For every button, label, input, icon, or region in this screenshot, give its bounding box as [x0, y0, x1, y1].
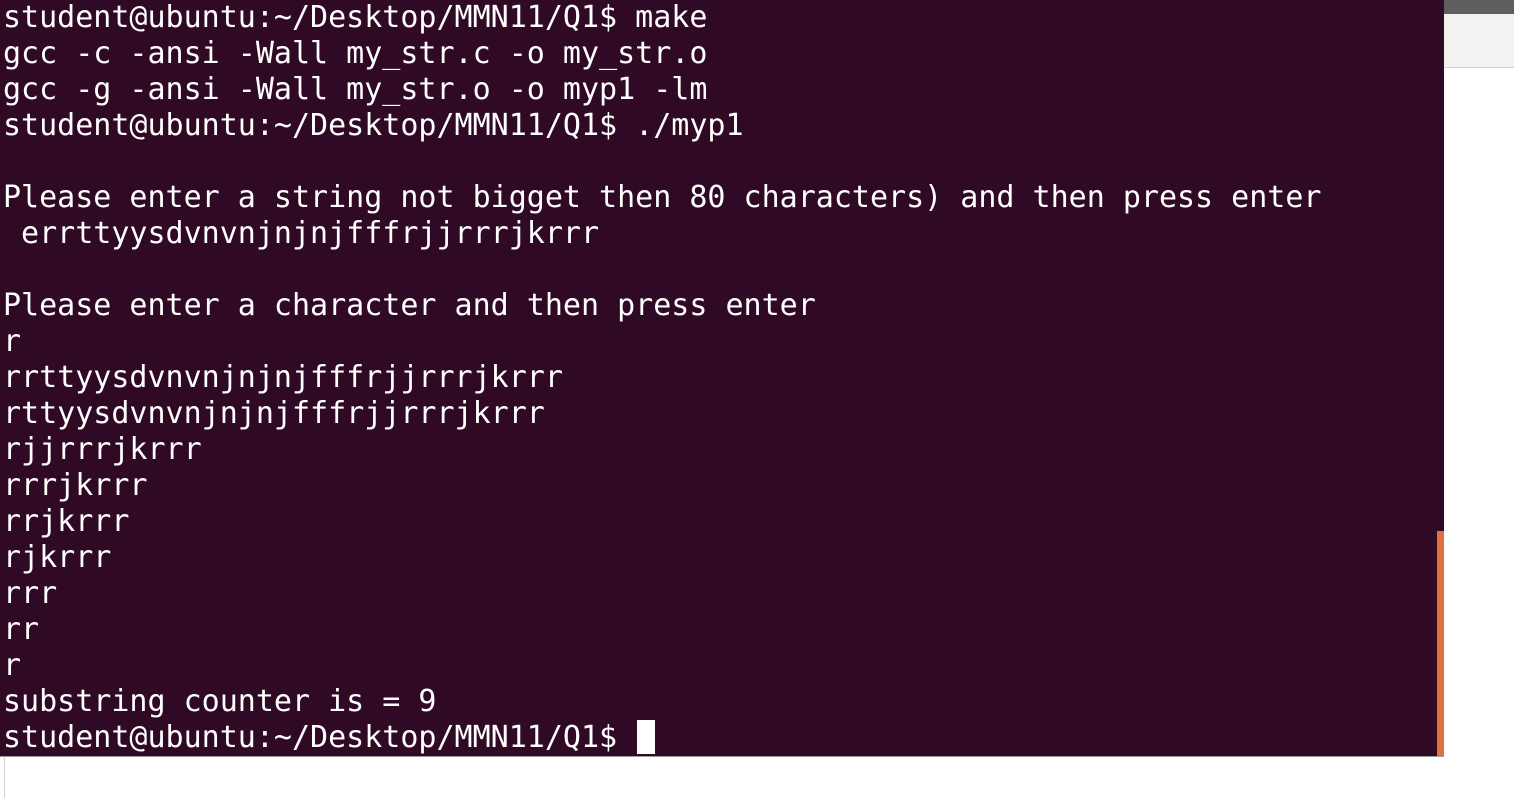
terminal-line: substring counter is = 9: [3, 684, 437, 719]
terminal-line: student@ubuntu:~/Desktop/MMN11/Q1$ ./myp…: [3, 108, 744, 143]
terminal-line: errttyysdvnvnjnjnjfffrjjrrrjkrrr: [3, 216, 600, 251]
terminal-line: rrrjkrrr: [3, 468, 148, 503]
terminal-prompt: student@ubuntu:~/Desktop/MMN11/Q1$: [3, 720, 636, 755]
terminal-line: rttyysdvnvnjnjnjfffrjjrrrjkrrr: [3, 396, 545, 431]
terminal-line: Please enter a character and then press …: [3, 288, 816, 323]
terminal-line: gcc -c -ansi -Wall my_str.c -o my_str.o: [3, 36, 708, 71]
terminal-cursor: [637, 719, 656, 754]
terminal-window[interactable]: student@ubuntu:~/Desktop/MMN11/Q1$ make …: [0, 0, 1444, 757]
terminal-line: rrr: [3, 576, 58, 611]
terminal-line: Please enter a string not bigget then 80…: [3, 180, 1322, 215]
terminal-scrollbar[interactable]: [1437, 531, 1444, 756]
terminal-line: rrttyysdvnvnjnjnjfffrjjrrrjkrrr: [3, 360, 563, 395]
background-window: [1444, 0, 1514, 757]
terminal-line: r: [3, 648, 22, 683]
background-window-toolbar: [1444, 14, 1514, 68]
terminal-line: rjkrrr: [3, 540, 112, 575]
terminal-prompt-line[interactable]: student@ubuntu:~/Desktop/MMN11/Q1$: [3, 719, 656, 756]
terminal-line: rrjkrrr: [3, 504, 130, 539]
background-window-titlebar: [1444, 0, 1514, 14]
terminal-line: student@ubuntu:~/Desktop/MMN11/Q1$ make: [3, 0, 708, 35]
divider: [4, 757, 5, 798]
terminal-line: gcc -g -ansi -Wall my_str.o -o myp1 -lm: [3, 72, 708, 107]
background-window-bottom: [0, 757, 1514, 798]
terminal-line: rjjrrrjkrrr: [3, 432, 202, 467]
terminal-line: rr: [3, 612, 40, 647]
terminal-line: r: [3, 324, 22, 359]
